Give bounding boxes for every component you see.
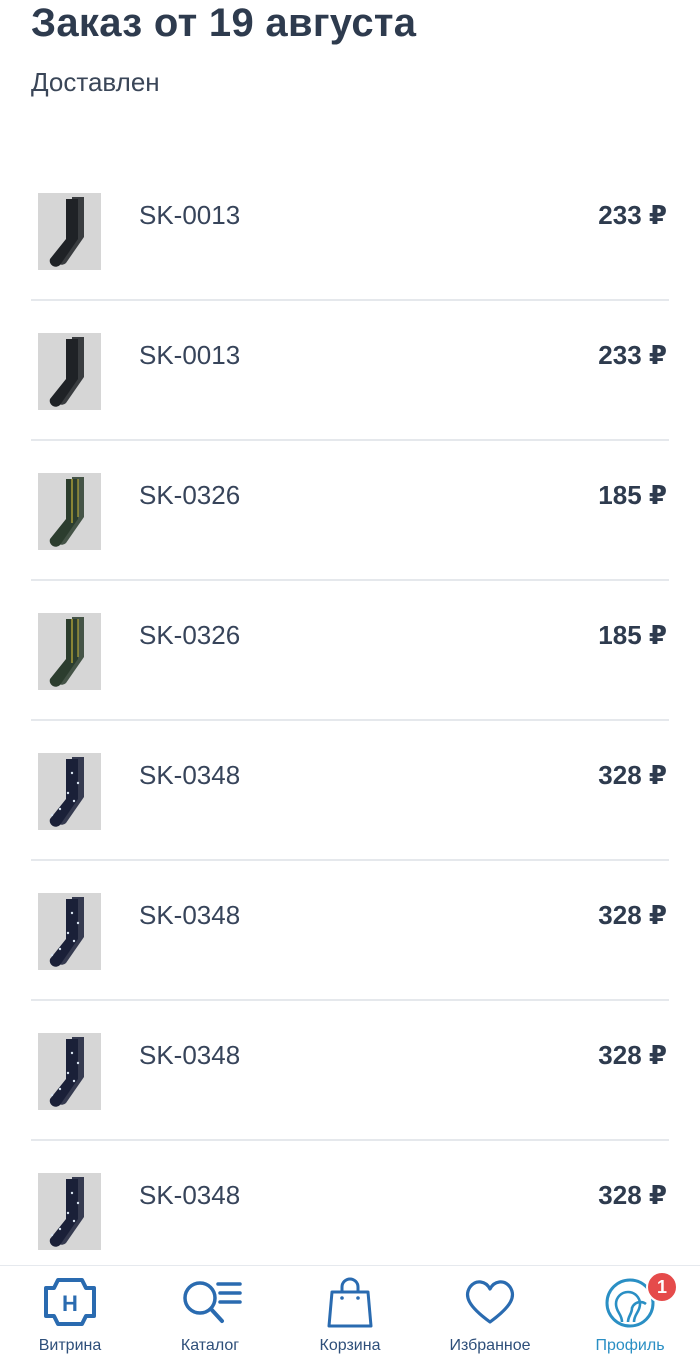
nav-showcase[interactable]: H Витрина xyxy=(0,1266,140,1361)
order-item-row[interactable]: SK-0348 328 ₽ xyxy=(31,861,669,1001)
page-title: Заказ от 19 августа xyxy=(31,1,417,45)
notification-badge: 1 xyxy=(646,1271,678,1303)
order-item-row[interactable]: SK-0013 233 ₽ xyxy=(31,301,669,441)
product-price: 328 ₽ xyxy=(598,1180,667,1210)
product-thumbnail xyxy=(38,613,101,690)
nav-catalog[interactable]: Каталог xyxy=(140,1266,280,1361)
nav-profile[interactable]: 1 Профиль xyxy=(560,1266,700,1361)
order-item-row[interactable]: SK-0348 328 ₽ xyxy=(31,1141,669,1281)
search-catalog-icon xyxy=(183,1281,242,1323)
order-item-row[interactable]: SK-0326 185 ₽ xyxy=(31,441,669,581)
product-sku: SK-0013 xyxy=(139,340,241,370)
product-price: 233 ₽ xyxy=(598,200,667,230)
product-thumbnail xyxy=(38,893,101,970)
product-thumbnail xyxy=(38,473,101,550)
order-header: Заказ от 19 августа Доставлен xyxy=(31,0,671,97)
nav-label-showcase: Витрина xyxy=(38,1337,102,1354)
order-item-row[interactable]: SK-0326 185 ₽ xyxy=(31,581,669,721)
product-price: 328 ₽ xyxy=(598,1040,667,1070)
product-price: 185 ₽ xyxy=(598,480,667,510)
nav-label-profile: Профиль xyxy=(595,1337,665,1354)
brand-logo-icon: H xyxy=(44,1278,96,1326)
nav-label-catalog: Каталог xyxy=(180,1337,240,1354)
product-thumbnail xyxy=(38,333,101,410)
product-sku: SK-0326 xyxy=(139,480,241,510)
product-sku: SK-0326 xyxy=(139,620,241,650)
nav-cart[interactable]: Корзина xyxy=(280,1266,420,1361)
order-item-row[interactable]: SK-0348 328 ₽ xyxy=(31,721,669,861)
shopping-bag-icon xyxy=(327,1277,373,1328)
product-sku: SK-0348 xyxy=(139,760,241,790)
product-price: 328 ₽ xyxy=(598,760,667,790)
product-sku: SK-0348 xyxy=(139,900,241,930)
order-status: Доставлен xyxy=(31,67,160,97)
product-price: 328 ₽ xyxy=(598,900,667,930)
nav-label-cart: Корзина xyxy=(319,1337,381,1354)
order-item-row[interactable]: SK-0013 233 ₽ xyxy=(31,161,669,301)
product-sku: SK-0348 xyxy=(139,1180,241,1210)
product-price: 233 ₽ xyxy=(598,340,667,370)
product-sku: SK-0348 xyxy=(139,1040,241,1070)
order-item-row[interactable]: SK-0348 328 ₽ xyxy=(31,1001,669,1141)
nav-label-favorites: Избранное xyxy=(449,1337,531,1354)
order-items-list: SK-0013 233 ₽ SK-0013 233 ₽ SK-0326 185 ₽ SK-0… xyxy=(31,161,669,1281)
heart-icon xyxy=(465,1280,515,1324)
svg-text:H: H xyxy=(62,1291,78,1316)
product-thumbnail xyxy=(38,1173,101,1250)
bottom-navigation: H Витрина Каталог Корзина Избранное 1 Пр… xyxy=(0,1265,700,1361)
product-thumbnail xyxy=(38,1033,101,1110)
product-thumbnail xyxy=(38,753,101,830)
nav-favorites[interactable]: Избранное xyxy=(420,1266,560,1361)
product-sku: SK-0013 xyxy=(139,200,241,230)
product-price: 185 ₽ xyxy=(598,620,667,650)
product-thumbnail xyxy=(38,193,101,270)
